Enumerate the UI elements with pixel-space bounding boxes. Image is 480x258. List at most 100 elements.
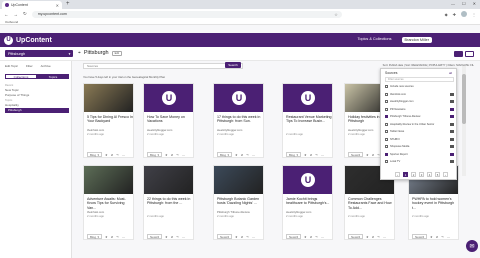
source-option[interactable]: Local TV — [385, 160, 454, 163]
sort-controls[interactable]: Sort: Publish date | Sort: RELEVANCE | P… — [383, 64, 474, 67]
source-option[interactable]: PR Newswire — [385, 107, 454, 111]
filter-action[interactable]: Filter — [26, 64, 33, 68]
content-type-select[interactable]: News ▾ — [348, 152, 363, 157]
article-thumbnail[interactable]: U — [214, 84, 263, 112]
article-title[interactable]: Jamie Kochit brings healthcare to Pittsb… — [286, 197, 332, 206]
article-title[interactable]: Adventure Awaits: Must-Know Tips for Sur… — [87, 197, 133, 210]
article-title[interactable]: 22 things to do this week in Pittsburgh:… — [147, 197, 193, 206]
article-title[interactable]: Common Challenges Restaurants Face and H… — [348, 197, 394, 210]
more-icon[interactable]: ⋯ — [321, 153, 324, 157]
article-title[interactable]: 5 Tips for Dining Al Fresco In Your Back… — [87, 115, 133, 124]
article-title[interactable]: Restaurant Venue Marketing Tips To Incre… — [286, 115, 332, 124]
article-thumbnail[interactable]: U — [144, 84, 193, 112]
checkbox[interactable] — [385, 160, 388, 163]
article-title[interactable]: 17 things to do this week in Pittsburgh:… — [217, 115, 263, 124]
more-icon[interactable]: ⋯ — [182, 235, 185, 239]
article-card[interactable]: Adventure Awaits: Must-Know Tips for Sur… — [83, 165, 134, 240]
star-icon[interactable]: ★ — [235, 235, 238, 239]
checkbox[interactable] — [385, 152, 388, 156]
share-icon[interactable]: ↷ — [377, 235, 380, 239]
share-icon[interactable]: ↷ — [246, 153, 249, 157]
new-tab-button[interactable]: + — [66, 1, 70, 7]
forward-icon[interactable]: → — [14, 12, 19, 17]
search-button[interactable]: Search — [225, 62, 241, 68]
star-icon[interactable]: ★ — [165, 235, 168, 239]
star-icon[interactable]: ★ — [366, 235, 369, 239]
close-tab-icon[interactable]: ✕ — [56, 3, 59, 8]
topics-collections-menu[interactable]: Topics & Collections — [358, 37, 392, 43]
kebab-menu-icon[interactable]: ⋮ — [472, 12, 476, 17]
hide-icon[interactable]: ⊘ — [372, 235, 375, 239]
reload-icon[interactable]: ↻ — [23, 11, 27, 17]
share-icon[interactable]: ↷ — [246, 235, 249, 239]
share-icon[interactable]: ↷ — [176, 153, 179, 157]
checkbox[interactable] — [385, 130, 388, 133]
grid-view-button[interactable] — [454, 51, 463, 57]
sidebar-item[interactable]: Pittsburgh — [5, 108, 69, 113]
hide-icon[interactable]: ⊘ — [372, 153, 375, 157]
pagination-item[interactable]: ‹ — [395, 172, 400, 177]
tab-topics[interactable]: Topics — [37, 74, 69, 79]
content-type-select[interactable]: News ▾ — [412, 234, 427, 239]
source-option[interactable]: Hospitality Review in the Urban Sector — [385, 122, 454, 126]
article-thumbnail[interactable]: U — [283, 84, 332, 112]
checkbox[interactable] — [385, 100, 388, 103]
puzzle-icon[interactable]: ✚ — [453, 12, 456, 17]
hide-icon[interactable]: ⊘ — [241, 235, 244, 239]
article-card[interactable]: 22 things to do this week in Pittsburgh:… — [143, 165, 194, 240]
share-icon[interactable]: ↷ — [441, 235, 444, 239]
back-icon[interactable]: ← — [4, 12, 9, 17]
profile-avatar[interactable] — [461, 11, 467, 17]
more-icon[interactable]: ⋯ — [122, 235, 125, 239]
more-icon[interactable]: ⋯ — [252, 235, 255, 239]
minimize-button[interactable]: — — [451, 1, 455, 6]
checkbox[interactable] — [385, 85, 388, 88]
list-view-button[interactable] — [465, 51, 474, 57]
collection-selector[interactable]: Pittsburgh ▼ — [5, 50, 73, 57]
tab-collections[interactable]: Collections — [5, 74, 37, 79]
content-type-select[interactable]: Blog ▾ — [147, 152, 162, 157]
source-option[interactable]: theinfoist.com — [385, 92, 454, 96]
article-card[interactable]: U How To Save Money on Vacations steelcity… — [143, 83, 194, 158]
star-icon[interactable]: ★ — [105, 235, 108, 239]
chat-bubble-icon[interactable]: ✉ — [466, 240, 478, 252]
url-field[interactable]: my.upcontent.com ☆ — [31, 10, 342, 18]
pagination-item[interactable]: › — [443, 172, 448, 177]
content-type-select[interactable]: News ▾ — [147, 234, 162, 239]
maximize-button[interactable]: ☐ — [462, 1, 466, 6]
pagination-item[interactable]: 1 — [403, 172, 408, 177]
share-icon[interactable]: ↷ — [116, 153, 119, 157]
share-icon[interactable]: ↷ — [315, 235, 318, 239]
content-type-select[interactable]: Blog ▾ — [87, 152, 102, 157]
source-option[interactable]: Sportoo Report — [385, 152, 454, 156]
content-type-select[interactable]: News ▾ — [217, 234, 232, 239]
star-icon[interactable]: ★ — [366, 153, 369, 157]
dropdown-scrollbar[interactable] — [462, 66, 466, 176]
article-thumbnail[interactable] — [84, 166, 133, 194]
source-option[interactable]: Tablet News — [385, 130, 454, 133]
share-icon[interactable]: ↷ — [176, 235, 179, 239]
source-option[interactable]: Shopsave Media — [385, 145, 454, 148]
edit-topic-button[interactable]: Edit — [111, 50, 123, 56]
more-icon[interactable]: ⋯ — [447, 235, 450, 239]
more-icon[interactable]: ⋯ — [383, 235, 386, 239]
star-icon[interactable]: ★ — [105, 153, 108, 157]
extension-icon[interactable]: ◆ — [445, 12, 448, 17]
source-option[interactable]: NTHBI II — [385, 137, 454, 141]
hide-icon[interactable]: ⊘ — [111, 153, 114, 157]
pagination-item[interactable]: 5 — [435, 172, 440, 177]
hide-icon[interactable]: ⊘ — [111, 235, 114, 239]
hide-icon[interactable]: ⊘ — [171, 235, 174, 239]
archive-action[interactable]: Archive — [41, 64, 51, 68]
source-option[interactable]: steelcityblogger.com — [385, 100, 454, 103]
edit-topic-action[interactable]: Edit Topic — [5, 64, 18, 68]
pagination-item[interactable]: 3 — [419, 172, 424, 177]
content-type-select[interactable]: Blog ▾ — [217, 152, 232, 157]
article-thumbnail[interactable] — [144, 166, 193, 194]
share-icon[interactable]: ↷ — [116, 235, 119, 239]
pagination-item[interactable]: 2 — [411, 172, 416, 177]
article-card[interactable]: U Jamie Kochit brings healthcare to Pitts… — [282, 165, 333, 240]
star-icon[interactable]: ★ — [304, 153, 307, 157]
upcontent-logo-icon[interactable]: U — [4, 35, 13, 45]
star-icon[interactable]: ★ — [235, 153, 238, 157]
